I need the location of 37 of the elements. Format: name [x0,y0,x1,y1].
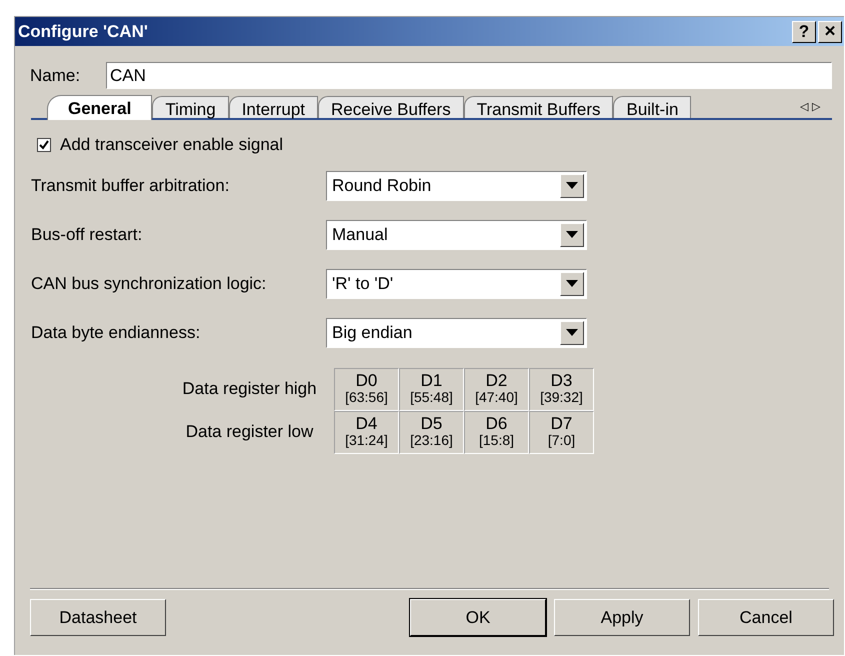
setting-label: Transmit buffer arbitration: [30,174,230,197]
register-cell: D7 [7:0] [529,410,594,454]
register-cell: D5 [23:16] [399,410,464,454]
dialog-button[interactable]: Datasheet [30,599,166,636]
tab[interactable]: Transmit Buffers [464,96,614,118]
dropdown[interactable]: Manual [326,220,587,250]
window-title: Configure 'CAN' [18,20,148,43]
setting-label: CAN bus synchronization logic: [30,272,268,295]
dialog-button[interactable]: Apply [554,599,690,636]
register-label: Data register high [181,378,318,400]
tab[interactable]: General [47,95,152,120]
register-cell: D4 [31:24] [334,410,399,454]
close-button[interactable]: × [818,20,842,42]
dropdown[interactable]: 'R' to 'D' [326,268,587,298]
tab[interactable]: Timing [152,96,229,118]
register-cell: D6 [15:8] [464,410,529,454]
checkbox-label: Add transceiver enable signal [60,134,284,156]
scroll-right-icon[interactable]: ▷ [812,98,820,115]
dialog-button[interactable]: OK [410,599,546,636]
tab[interactable]: Built-in [613,96,692,118]
scroll-left-icon[interactable]: ◁ [800,98,808,115]
dialog-button[interactable]: Cancel [698,599,834,636]
tab[interactable]: Interrupt [228,96,318,118]
dropdown[interactable]: Big endian [326,318,587,348]
name-field[interactable]: CAN [106,62,832,89]
setting-label: Data byte endianness: [30,322,202,344]
name-label: Name: [30,64,82,87]
register-cell: D1 [55:48] [399,368,464,410]
tab[interactable]: Receive Buffers [318,96,464,118]
register-cell: D2 [47:40] [464,368,529,410]
dropdown[interactable]: Round Robin [326,170,587,200]
register-cell: D0 [63:56] [334,368,399,410]
register-cell: D3 [39:32] [529,368,594,410]
register-label: Data register low [184,421,314,444]
setting-label: Bus-off restart: [30,224,144,246]
checkbox[interactable] [37,138,51,152]
help-button[interactable]: ? [792,20,816,42]
